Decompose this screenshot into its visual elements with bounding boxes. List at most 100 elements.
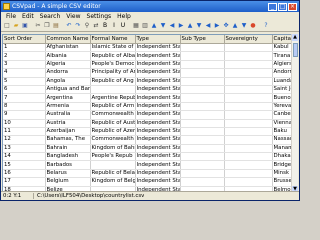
table-row[interactable]: 12 Bahamas, The Commonwealth o Independent … bbox=[3, 135, 292, 145]
table-cell[interactable] bbox=[224, 51, 273, 61]
delete-row-icon[interactable]: ▼ bbox=[195, 22, 203, 30]
table-cell[interactable]: Belarus bbox=[45, 169, 91, 179]
table-cell[interactable]: Argentine Repub bbox=[90, 93, 136, 103]
table-cell[interactable]: Dhaka bbox=[272, 152, 292, 162]
table-cell[interactable] bbox=[180, 160, 225, 170]
table-cell[interactable] bbox=[180, 102, 225, 112]
menu-help[interactable]: Help bbox=[114, 12, 134, 21]
table-row[interactable]: 6Antigua and Barl Independent Sta Saint Jo… bbox=[3, 85, 292, 95]
table-cell[interactable]: Independent Sta bbox=[135, 119, 181, 128]
table-cell[interactable]: 6 bbox=[3, 85, 46, 95]
table-cell[interactable]: Islamic State of ... bbox=[90, 43, 136, 53]
table-cell[interactable] bbox=[180, 169, 225, 179]
replace-icon[interactable]: ⇄ bbox=[92, 22, 100, 30]
table-cell[interactable] bbox=[180, 110, 225, 120]
arrow-down-icon[interactable]: ▼ bbox=[159, 22, 167, 30]
table-cell[interactable]: Republic of Bela bbox=[90, 169, 136, 179]
table-cell[interactable]: Commonwealth o bbox=[90, 110, 136, 120]
table-cell[interactable]: Republic of Alba bbox=[90, 51, 136, 61]
table-cell[interactable] bbox=[180, 127, 225, 137]
table-cell[interactable]: Minsk bbox=[272, 169, 292, 179]
table-row[interactable]: 17 Belgium Kingdom of Belg Independent Sta B… bbox=[3, 177, 292, 187]
table-cell[interactable]: Independent Sta bbox=[135, 160, 181, 170]
table-cell[interactable]: Canberra bbox=[272, 110, 292, 120]
table-cell[interactable]: 4 bbox=[3, 68, 46, 78]
menu-settings[interactable]: Settings bbox=[84, 12, 115, 21]
columns-icon[interactable]: ▥ bbox=[141, 22, 149, 30]
underline-icon[interactable]: U bbox=[119, 22, 127, 30]
table-row[interactable]: 4 Andorra Principality of Ar Independent St… bbox=[3, 68, 292, 78]
table-cell[interactable]: Republic of Arm bbox=[90, 102, 136, 112]
table-cell[interactable]: Afghanistan bbox=[45, 43, 91, 53]
undo-icon[interactable]: ↶ bbox=[65, 22, 73, 30]
menu-view[interactable]: View bbox=[63, 12, 83, 21]
table-cell[interactable]: 2 bbox=[3, 51, 46, 61]
help-icon[interactable]: ? bbox=[262, 22, 270, 30]
table-cell[interactable]: Baku bbox=[272, 127, 292, 137]
table-cell[interactable]: 3 bbox=[3, 60, 46, 70]
column-header[interactable]: Sovereignty bbox=[224, 35, 273, 44]
table-cell[interactable] bbox=[180, 77, 225, 86]
open-folder-icon[interactable]: ▰ bbox=[12, 22, 20, 30]
table-cell[interactable]: Angola bbox=[45, 77, 91, 86]
table-row[interactable]: 7 Argentina Argentine Repub Independent Sta… bbox=[3, 93, 292, 103]
table-row[interactable]: 1AfghanistanIslamic State of ...Independ… bbox=[3, 43, 292, 53]
table-cell[interactable]: 11 bbox=[3, 127, 46, 137]
table-cell[interactable]: Bahrain bbox=[45, 144, 91, 154]
table-cell[interactable]: 8 bbox=[3, 102, 46, 112]
table-cell[interactable]: Yerevan bbox=[272, 102, 292, 112]
table-cell[interactable]: Armenia bbox=[45, 102, 91, 112]
table-cell[interactable]: Albania bbox=[45, 51, 91, 61]
title-bar[interactable]: CSVpad - A simple CSV editor _ □ × bbox=[1, 1, 299, 12]
insert-col-icon[interactable]: ◀ bbox=[204, 22, 212, 30]
table-cell[interactable]: 13 bbox=[3, 144, 46, 154]
table-cell[interactable]: Independent Sta bbox=[135, 85, 181, 95]
table-cell[interactable]: Independent Sta bbox=[135, 51, 181, 61]
table-cell[interactable]: Independent Sta bbox=[135, 68, 181, 78]
table-cell[interactable] bbox=[224, 68, 273, 78]
menu-file[interactable]: File bbox=[3, 12, 19, 21]
table-cell[interactable]: Independent Sta bbox=[135, 135, 181, 145]
table-cell[interactable]: Vienna bbox=[272, 119, 292, 128]
table-cell[interactable] bbox=[180, 93, 225, 103]
table-cell[interactable]: Republic of Aust bbox=[90, 119, 136, 128]
column-header[interactable]: Common Name bbox=[45, 35, 91, 44]
table-cell[interactable] bbox=[224, 93, 273, 103]
table-cell[interactable] bbox=[224, 77, 273, 86]
column-header[interactable]: Sort Order bbox=[3, 35, 46, 44]
table-cell[interactable]: Nassau bbox=[272, 135, 292, 145]
table-cell[interactable]: Independent Sta bbox=[135, 177, 181, 187]
table-cell[interactable] bbox=[180, 68, 225, 78]
cut-icon[interactable]: ✂ bbox=[34, 22, 42, 30]
table-row[interactable]: 15Barbados Independent Sta Bridgetown bbox=[3, 160, 292, 170]
maximize-button[interactable]: □ bbox=[278, 2, 287, 11]
arrow-right-icon[interactable]: ▶ bbox=[177, 22, 185, 30]
csv-grid[interactable]: Sort Order Common Name Formal Name Type Sub … bbox=[2, 34, 293, 193]
table-cell[interactable]: Independent Sta bbox=[135, 77, 181, 86]
delete-col-icon[interactable]: ▶ bbox=[213, 22, 221, 30]
table-cell[interactable]: Independent Sta bbox=[135, 127, 181, 137]
menu-edit[interactable]: Edit bbox=[19, 12, 37, 21]
table-row[interactable]: 2 Albania Republic of Alba Independent Sta T… bbox=[3, 51, 292, 61]
table-cell[interactable]: Kabul bbox=[272, 43, 292, 53]
table-cell[interactable] bbox=[224, 110, 273, 120]
table-cell[interactable]: 9 bbox=[3, 110, 46, 120]
table-cell[interactable] bbox=[180, 51, 225, 61]
table-row[interactable]: 5 Angola Republic of Ang Independent Sta Lua… bbox=[3, 77, 292, 86]
move-icon[interactable]: ✥ bbox=[222, 22, 230, 30]
column-header[interactable]: Formal Name bbox=[90, 35, 136, 44]
table-cell[interactable] bbox=[224, 177, 273, 187]
table-cell[interactable]: Independent Sta bbox=[135, 110, 181, 120]
table-cell[interactable]: Independent Sta bbox=[135, 144, 181, 154]
minimize-button[interactable]: _ bbox=[268, 2, 277, 11]
table-cell[interactable]: 1 bbox=[3, 43, 46, 53]
table-cell[interactable] bbox=[224, 169, 273, 179]
table-cell[interactable] bbox=[224, 152, 273, 162]
table-cell[interactable]: Luanda bbox=[272, 77, 292, 86]
table-cell[interactable]: Independent Sta bbox=[135, 93, 181, 103]
table-row[interactable]: 10 Austria Republic of Aust Independent Sta… bbox=[3, 119, 292, 128]
table-row[interactable]: 8 Armenia Republic of Arm Independent Sta Ye… bbox=[3, 102, 292, 112]
table-cell[interactable] bbox=[180, 60, 225, 70]
table-cell[interactable] bbox=[224, 85, 273, 95]
stop-icon[interactable]: ● bbox=[249, 22, 257, 30]
